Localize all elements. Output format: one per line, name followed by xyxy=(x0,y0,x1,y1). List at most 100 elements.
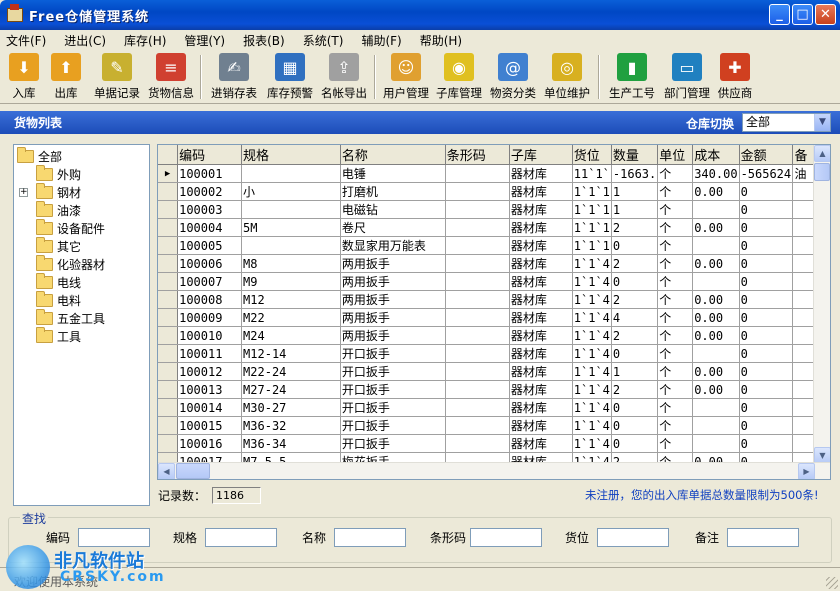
resize-grip[interactable] xyxy=(826,577,838,589)
toolbar-button-7[interactable]: ☺ 用户管理 xyxy=(380,50,432,104)
registration-notice: 未注册，您的出入库单据总数量限制为500条! xyxy=(585,488,819,502)
toolbar-button-10[interactable]: ◎ 单位维护 xyxy=(540,50,594,104)
toolbar-button-2[interactable]: ✎ 单据记录 xyxy=(88,50,146,104)
column-header[interactable]: 金额 xyxy=(739,145,794,165)
column-header[interactable]: 数量 xyxy=(611,145,659,165)
tree-item-3[interactable]: 油漆 xyxy=(14,200,149,219)
table-cell: 100010 xyxy=(177,326,243,345)
table-row[interactable]: 100006 M8 两用扳手 器材库 1`1`4 2 个 0.00 0 xyxy=(158,254,830,273)
table-cell: 100011 xyxy=(177,344,243,363)
table-cell xyxy=(692,434,740,453)
table-row[interactable]: 100016 M36-34 开口扳手 器材库 1`1`4 0 个 0 xyxy=(158,434,830,453)
table-cell xyxy=(692,272,740,291)
column-header[interactable]: 条形码 xyxy=(445,145,510,165)
table-row[interactable]: ▶ 100001 电锤 器材库 11`1` -1663. 个 340.00 -565624 油 xyxy=(158,164,830,183)
column-header[interactable]: 名称 xyxy=(340,145,446,165)
tree-item-5[interactable]: 其它 xyxy=(14,236,149,255)
minimize-button[interactable]: _ xyxy=(769,4,790,25)
column-header[interactable]: 规格 xyxy=(241,145,341,165)
table-row[interactable]: 100010 M24 两用扳手 器材库 1`1`4 2 个 0.00 0 xyxy=(158,326,830,345)
table-cell: 0 xyxy=(739,182,794,201)
search-input-5[interactable] xyxy=(727,528,799,547)
toolbar-button-9[interactable]: @ 物资分类 xyxy=(486,50,540,104)
table-row[interactable]: 100005 数显家用万能表 器材库 1`1`1 0 个 0 xyxy=(158,236,830,255)
table-row[interactable]: 100002 小打磨机 器材库 1`1`1 1 个 0.00 0 xyxy=(158,182,830,201)
tree-item-8[interactable]: 电料 xyxy=(14,290,149,309)
toolbar-button-3[interactable]: ≡ 货物信息 xyxy=(146,50,196,104)
toolbar-label-13: 供应商 xyxy=(717,86,753,100)
table-row[interactable]: 100012 M22-24 开口扳手 器材库 1`1`4 1 个 0.00 0 xyxy=(158,362,830,381)
table-cell: 1`1`4 xyxy=(572,416,612,435)
column-header[interactable]: 编码 xyxy=(177,145,243,165)
menu-item-2[interactable]: 库存(H) xyxy=(124,32,166,49)
search-input-1[interactable] xyxy=(205,528,277,547)
column-header[interactable]: 成本 xyxy=(692,145,740,165)
toolbar-button-8[interactable]: ◉ 子库管理 xyxy=(432,50,486,104)
table-cell: 0.00 xyxy=(692,308,740,327)
table-cell: 开口扳手 xyxy=(340,380,446,399)
vertical-scroll-thumb[interactable] xyxy=(814,163,830,181)
column-header[interactable]: 子库 xyxy=(509,145,573,165)
table-row[interactable]: 100015 M36-32 开口扳手 器材库 1`1`4 0 个 0 xyxy=(158,416,830,435)
table-row[interactable]: 100004 5M 卷尺 器材库 1`1`1 2 个 0.00 0 xyxy=(158,218,830,237)
toolbar-button-5[interactable]: ▦ 库存预警 xyxy=(262,50,318,104)
warehouse-select[interactable]: 全部 ▼ xyxy=(742,113,831,132)
tree-item-6[interactable]: 化验器材 xyxy=(14,254,149,273)
table-cell: 0 xyxy=(739,326,794,345)
table-row[interactable]: 100014 M30-27 开口扳手 器材库 1`1`4 0 个 0 xyxy=(158,398,830,417)
menu-item-3[interactable]: 管理(Y) xyxy=(184,32,225,49)
scroll-up-button[interactable]: ▲ xyxy=(814,145,830,162)
close-button[interactable]: ✕ xyxy=(815,4,836,25)
vertical-scrollbar[interactable]: ▲ ▼ xyxy=(813,145,830,464)
table-cell: 100012 xyxy=(177,362,243,381)
table-row[interactable]: 100011 M12-14 开口扳手 器材库 1`1`4 0 个 0 xyxy=(158,344,830,363)
toolbar-button-4[interactable]: ✍ 进销存表 xyxy=(206,50,262,104)
toolbar-button-12[interactable]: ▭ 部门管理 xyxy=(660,50,714,104)
table-row[interactable]: 100007 M9 两用扳手 器材库 1`1`4 0 个 0 xyxy=(158,272,830,291)
table-cell: 个 xyxy=(657,254,694,273)
table-cell xyxy=(692,416,740,435)
toolbar-button-0[interactable]: ⬇ 入库 xyxy=(4,50,44,104)
toolbar-button-1[interactable]: ⬆ 出库 xyxy=(44,50,88,104)
menu-item-0[interactable]: 文件(F) xyxy=(6,32,46,49)
menu-item-6[interactable]: 辅助(F) xyxy=(361,32,401,49)
horizontal-scroll-thumb[interactable] xyxy=(176,463,210,479)
menu-item-5[interactable]: 系统(T) xyxy=(303,32,344,49)
table-cell: 个 xyxy=(657,182,694,201)
table-row[interactable]: 100008 M12 两用扳手 器材库 1`1`4 2 个 0.00 0 xyxy=(158,290,830,309)
search-input-0[interactable] xyxy=(78,528,150,547)
tree-item-2[interactable]: + 钢材 xyxy=(14,182,149,201)
expand-icon[interactable]: + xyxy=(19,187,28,197)
horizontal-scrollbar[interactable]: ◀ ▶ xyxy=(158,462,830,479)
tree-item-0[interactable]: 全部 xyxy=(14,146,149,165)
tree-item-4[interactable]: 设备配件 xyxy=(14,218,149,237)
column-header[interactable]: 单位 xyxy=(657,145,694,165)
folder-icon xyxy=(36,200,53,217)
toolbar-button-6[interactable]: ⇪ 名帐导出 xyxy=(318,50,370,104)
menu-item-1[interactable]: 进出(C) xyxy=(64,32,106,49)
search-input-3[interactable] xyxy=(470,528,542,547)
search-input-2[interactable] xyxy=(334,528,406,547)
table-row[interactable]: 100013 M27-24 开口扳手 器材库 1`1`4 2 个 0.00 0 xyxy=(158,380,830,399)
tree-item-7[interactable]: 电线 xyxy=(14,272,149,291)
tree-item-1[interactable]: 外购 xyxy=(14,164,149,183)
table-row[interactable]: 100003 电磁钻 器材库 1`1`1 1 个 0 xyxy=(158,200,830,219)
table-cell: 0 xyxy=(611,434,659,453)
column-header[interactable]: 货位 xyxy=(572,145,612,165)
toolbar-label-10: 单位维护 xyxy=(544,86,590,100)
table-row[interactable]: 100009 M22 两用扳手 器材库 1`1`4 4 个 0.00 0 xyxy=(158,308,830,327)
tree-item-9[interactable]: 五金工具 xyxy=(14,308,149,327)
table-cell: 1`1`4 xyxy=(572,254,612,273)
tree-item-10[interactable]: 工具 xyxy=(14,326,149,345)
chevron-down-icon[interactable]: ▼ xyxy=(814,114,830,131)
search-input-4[interactable] xyxy=(597,528,669,547)
maximize-button[interactable]: □ xyxy=(792,4,813,25)
toolbar-button-13[interactable]: ✚ 供应商 xyxy=(714,50,756,104)
toolbar-label-3: 货物信息 xyxy=(148,86,194,100)
toolbar-button-11[interactable]: ▮ 生产工号 xyxy=(604,50,660,104)
table-cell: 个 xyxy=(657,398,694,417)
scroll-right-button[interactable]: ▶ xyxy=(798,463,815,479)
menu-item-4[interactable]: 报表(B) xyxy=(243,32,285,49)
menu-item-7[interactable]: 帮助(H) xyxy=(420,32,462,49)
scroll-left-button[interactable]: ◀ xyxy=(158,463,175,479)
